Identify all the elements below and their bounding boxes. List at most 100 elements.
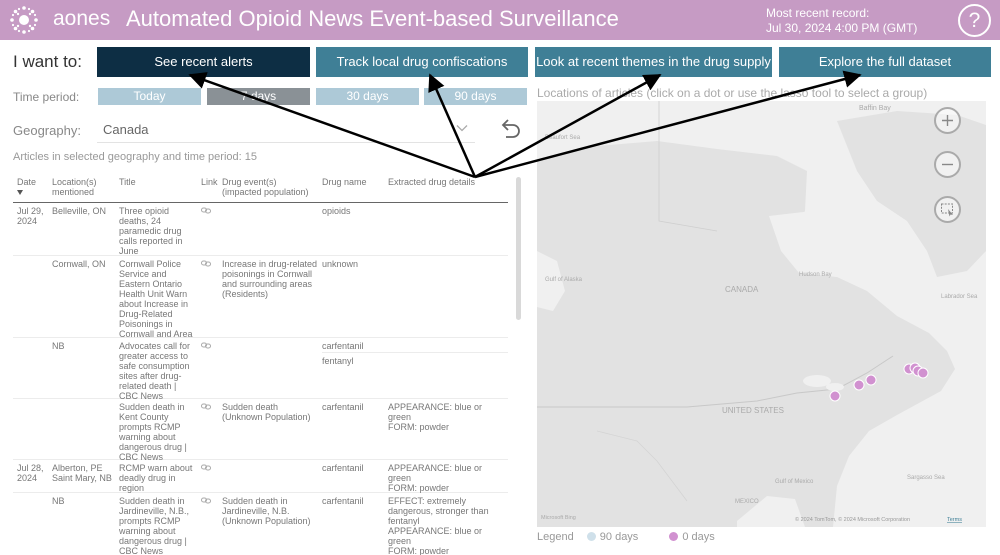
articles-table: Date Location(s) mentioned Title Link Dr… <box>13 174 508 555</box>
link-icon[interactable] <box>201 260 211 267</box>
row-drug-name: opioids <box>322 206 351 216</box>
legend-swatch-90-days <box>586 532 596 541</box>
lasso-icon <box>941 203 953 217</box>
brand-name: aones <box>53 7 111 30</box>
time-period-label: Time period: <box>13 90 80 104</box>
row-title: Cornwall Police Service and Eastern Onta… <box>119 259 193 339</box>
recent-record-label: Most recent record: <box>766 6 870 20</box>
column-header-link[interactable]: Link <box>201 177 219 187</box>
table-row: Jul 29, 2024 Belleville, ON Three opioid… <box>13 203 508 256</box>
column-header-title[interactable]: Title <box>119 177 196 187</box>
row-title: Sudden death in Kent County prompts RCMP… <box>119 402 187 462</box>
row-drug-name: unknown <box>322 259 359 269</box>
row-drug-name: carfentanil <box>322 402 364 412</box>
time-option-today[interactable]: Today <box>98 88 201 105</box>
row-drug-details: APPEARANCE: blue or green FORM: powder <box>388 463 483 493</box>
table-row: Sudden death in Kent County prompts RCMP… <box>13 399 508 462</box>
link-icon[interactable] <box>201 497 211 504</box>
table-row: NB Advocates call for greater access to … <box>13 338 508 401</box>
table-row: NB Sudden death in Jardineville, N.B., p… <box>13 493 508 555</box>
geography-label: Geography: <box>13 123 81 138</box>
reset-icon[interactable] <box>497 116 523 142</box>
time-option-30-days[interactable]: 30 days <box>316 88 419 105</box>
link-icon[interactable] <box>201 207 211 214</box>
link-icon[interactable] <box>201 464 211 471</box>
svg-text:Hudson Bay: Hudson Bay <box>799 272 832 278</box>
legend-swatch-0-days <box>669 532 679 541</box>
table-scrollbar[interactable] <box>516 177 521 320</box>
link-icon[interactable] <box>201 403 211 410</box>
svg-text:© 2024 TomTom, © 2024 Microsof: © 2024 TomTom, © 2024 Microsoft Corporat… <box>795 516 910 523</box>
row-drug-name: carfentanil <box>322 496 364 506</box>
svg-text:Microsoft Bing: Microsoft Bing <box>541 515 576 521</box>
article-count: Articles in selected geography and time … <box>13 151 257 163</box>
row-date: Jul 29, 2024 <box>17 206 44 226</box>
legend-label-0-days: 0 days <box>682 531 715 543</box>
minus-icon <box>942 163 953 166</box>
explore-dataset-button[interactable]: Explore the full dataset <box>779 47 991 77</box>
row-event: Increase in drug-related poisonings in C… <box>222 259 318 299</box>
legend-label-90-days: 90 days <box>599 531 639 543</box>
svg-text:Beaufort Sea: Beaufort Sea <box>545 135 581 141</box>
plus-icon <box>942 115 953 126</box>
link-icon[interactable] <box>201 342 211 349</box>
row-drug-details: APPEARANCE: blue or green FORM: powder <box>388 402 483 432</box>
recent-themes-button[interactable]: Look at recent themes in the drug supply <box>535 47 772 77</box>
nav-prompt: I want to: <box>13 52 82 71</box>
map-dot[interactable] <box>829 390 841 402</box>
map-legend: Legend 90 days 0 days <box>537 531 715 543</box>
row-event: Sudden death in Jardineville, N.B. (Unkn… <box>222 496 311 526</box>
table-row: Cornwall, ON Cornwall Police Service and… <box>13 256 508 339</box>
row-title: Sudden death in Jardineville, N.B., prom… <box>119 496 190 555</box>
lasso-select-button[interactable] <box>934 196 961 223</box>
column-header-drug-name[interactable]: Drug name <box>322 177 384 187</box>
svg-text:Gulf of Alaska: Gulf of Alaska <box>545 277 583 283</box>
row-event: Sudden death (Unknown Population) <box>222 402 311 422</box>
row-title: Advocates call for greater access to saf… <box>119 341 191 401</box>
row-location: Belleville, ON <box>52 206 107 216</box>
chevron-down-icon <box>456 125 468 132</box>
column-header-date[interactable]: Date <box>17 177 49 195</box>
time-option-90-days[interactable]: 90 days <box>424 88 527 105</box>
map-caption: Locations of articles (click on a dot or… <box>537 86 928 100</box>
map-view[interactable]: Baffin Bay Beaufort Sea Hudson Bay Gulf … <box>537 101 986 527</box>
row-title: Three opioid deaths, 24 paramedic drug c… <box>119 206 183 256</box>
svg-text:Gulf of Mexico: Gulf of Mexico <box>775 479 814 485</box>
zoom-in-button[interactable] <box>934 107 961 134</box>
svg-text:CANADA: CANADA <box>725 285 759 294</box>
svg-text:UNITED STATES: UNITED STATES <box>722 406 784 415</box>
svg-text:MEXICO: MEXICO <box>735 499 759 505</box>
geography-select[interactable]: Canada <box>97 117 475 143</box>
map-dot[interactable] <box>865 374 877 386</box>
track-confiscations-button[interactable]: Track local drug confiscations <box>316 47 528 77</box>
svg-text:Terms: Terms <box>947 517 962 523</box>
legend-title: Legend <box>537 531 574 543</box>
zoom-out-button[interactable] <box>934 151 961 178</box>
column-header-location[interactable]: Location(s) mentioned <box>52 177 116 197</box>
time-option-7-days[interactable]: 7 days <box>207 88 310 105</box>
row-date: Jul 28, 2024 <box>17 463 44 483</box>
geography-value: Canada <box>103 122 149 137</box>
map-dot[interactable] <box>853 379 865 391</box>
logo-icon <box>10 6 38 34</box>
row-location: Alberton, PE Saint Mary, NB <box>52 463 112 483</box>
svg-text:Sargasso Sea: Sargasso Sea <box>907 475 945 481</box>
see-recent-alerts-button[interactable]: See recent alerts <box>97 47 310 77</box>
drug-divider <box>322 352 508 353</box>
column-header-drug-details[interactable]: Extracted drug details <box>388 177 506 187</box>
row-drug-details: EFFECT: extremely dangerous, stronger th… <box>388 496 489 555</box>
help-button[interactable]: ? <box>958 4 991 37</box>
row-drug-name: carfentanil <box>322 463 364 473</box>
sort-desc-icon <box>17 190 23 195</box>
app-title: Automated Opioid News Event-based Survei… <box>126 6 619 31</box>
row-drug-name: carfentanil <box>322 341 364 351</box>
table-header-row: Date Location(s) mentioned Title Link Dr… <box>13 174 508 203</box>
table-row: Jul 28, 2024 Alberton, PE Saint Mary, NB… <box>13 460 508 493</box>
recent-record-value: Jul 30, 2024 4:00 PM (GMT) <box>766 21 918 35</box>
row-drug-name: fentanyl <box>322 356 354 366</box>
row-location: NB <box>52 341 65 351</box>
map-dot[interactable] <box>917 367 929 379</box>
column-header-events[interactable]: Drug event(s) (impacted population) <box>222 177 318 197</box>
basemap: Baffin Bay Beaufort Sea Hudson Bay Gulf … <box>537 101 986 527</box>
row-location: Cornwall, ON <box>52 259 106 269</box>
